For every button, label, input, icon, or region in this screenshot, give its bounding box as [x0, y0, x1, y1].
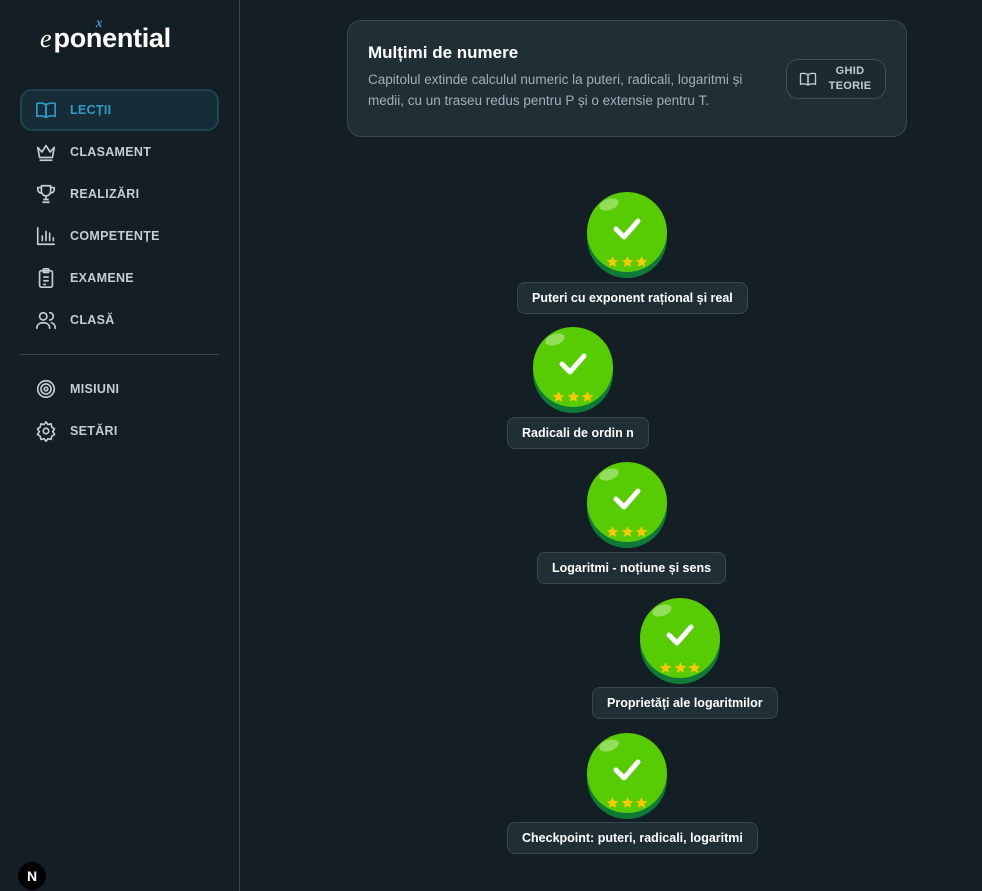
lesson-node-button[interactable]: [640, 598, 720, 678]
star-icon: [606, 526, 619, 537]
check-icon: [613, 759, 641, 781]
sidebar-item-label: CLASĂ: [70, 313, 115, 327]
logo-text: ponential: [53, 23, 172, 53]
brand-logo[interactable]: e x ponential: [40, 16, 172, 53]
sidebar-item-label: REALIZĂRI: [70, 187, 140, 201]
crown-icon: [35, 141, 57, 163]
star-icon: [688, 662, 701, 673]
logo-e: e: [40, 24, 52, 53]
lesson-label[interactable]: Proprietăți ale logaritmilor: [592, 687, 778, 719]
sidebar-item-lectii[interactable]: LECȚII: [20, 89, 219, 131]
sidebar-nav: LECȚII CLASAMENT REALIZĂRI COMPETENȚE EX…: [20, 89, 219, 452]
node-shine: [597, 466, 621, 483]
node-shine: [597, 196, 621, 213]
node-shine: [543, 331, 567, 348]
clipboard-icon: [35, 267, 57, 289]
lesson-node-button[interactable]: [587, 192, 667, 272]
star-icon: [621, 526, 633, 537]
star-icon: [621, 256, 633, 267]
sidebar-item-label: SETĂRI: [70, 424, 118, 438]
sidebar-item-misiuni[interactable]: MISIUNI: [20, 368, 219, 410]
sidebar-item-clasa[interactable]: CLASĂ: [20, 299, 219, 341]
theory-guide-label: GHID TEORIE: [828, 65, 872, 92]
lesson-node-button[interactable]: [587, 733, 667, 813]
app-root: e x ponential LECȚII CLASAMENT REALIZĂRI…: [0, 0, 982, 891]
star-icon: [635, 797, 648, 808]
node-shine: [597, 737, 621, 754]
star-icon: [659, 662, 672, 673]
dev-badge[interactable]: N: [18, 862, 46, 890]
sidebar-item-setari[interactable]: SETĂRI: [20, 410, 219, 452]
chapter-title: Mulțimi de numere: [368, 43, 519, 62]
star-icon: [635, 526, 648, 537]
gear-icon: [35, 420, 57, 442]
sidebar-item-label: CLASAMENT: [70, 145, 152, 159]
star-icon: [635, 256, 648, 267]
check-icon: [666, 624, 694, 646]
lesson-node-button[interactable]: [587, 462, 667, 542]
lesson-label[interactable]: Checkpoint: puteri, radicali, logaritmi: [507, 822, 758, 854]
target-icon: [35, 378, 57, 400]
sidebar: e x ponential LECȚII CLASAMENT REALIZĂRI…: [0, 0, 240, 891]
star-rating: [659, 661, 701, 673]
sidebar-item-label: LECȚII: [70, 103, 112, 117]
star-icon: [674, 662, 686, 673]
theory-guide-button[interactable]: GHID TEORIE: [786, 59, 886, 99]
star-icon: [552, 391, 565, 402]
check-icon: [613, 488, 641, 510]
star-icon: [606, 256, 619, 267]
lesson-label[interactable]: Radicali de ordin n: [507, 417, 649, 449]
star-rating: [606, 525, 648, 537]
lesson-node-button[interactable]: [533, 327, 613, 407]
sidebar-item-label: EXAMENE: [70, 271, 134, 285]
chapter-header: Mulțimi de numere Capitolul extinde calc…: [347, 20, 907, 137]
book-icon: [799, 72, 817, 86]
check-icon: [613, 218, 641, 240]
sidebar-item-label: COMPETENȚE: [70, 229, 160, 243]
star-rating: [606, 796, 648, 808]
lesson-label[interactable]: Puteri cu exponent rațional și real: [517, 282, 748, 314]
users-icon: [35, 309, 57, 331]
sidebar-item-clasament[interactable]: CLASAMENT: [20, 131, 219, 173]
book-icon: [35, 99, 57, 121]
trophy-icon: [35, 183, 57, 205]
sidebar-item-label: MISIUNI: [70, 382, 120, 396]
sidebar-divider: [20, 354, 219, 355]
logo-x: x: [96, 16, 103, 31]
chapter-description: Capitolul extinde calculul numeric la pu…: [368, 72, 743, 108]
star-icon: [581, 391, 594, 402]
node-shine: [650, 602, 674, 619]
star-icon: [567, 391, 579, 402]
star-rating: [552, 390, 594, 402]
sidebar-item-realizari[interactable]: REALIZĂRI: [20, 173, 219, 215]
check-icon: [559, 353, 587, 375]
star-icon: [621, 797, 633, 808]
star-rating: [606, 255, 648, 267]
sidebar-item-competente[interactable]: COMPETENȚE: [20, 215, 219, 257]
star-icon: [606, 797, 619, 808]
bar-chart-icon: [35, 225, 57, 247]
sidebar-item-examene[interactable]: EXAMENE: [20, 257, 219, 299]
lesson-label[interactable]: Logaritmi - noțiune și sens: [537, 552, 727, 584]
